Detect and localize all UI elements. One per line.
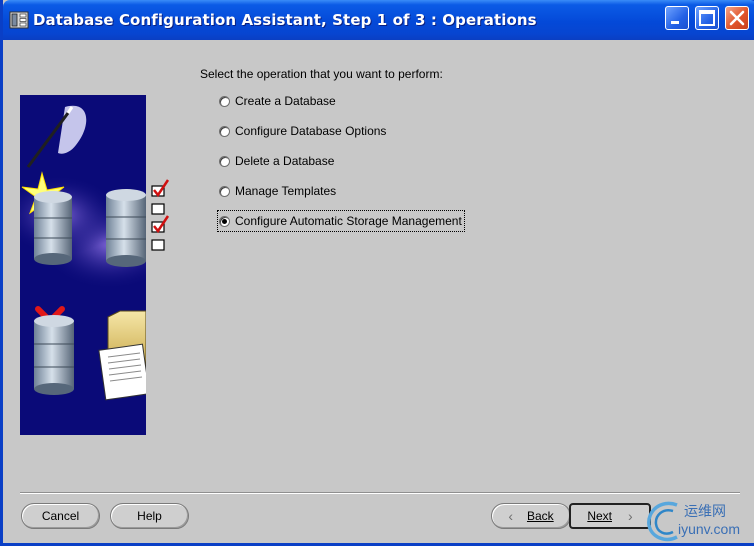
maximize-icon xyxy=(699,10,715,26)
close-button[interactable] xyxy=(725,6,749,30)
option-configure-asm[interactable]: Configure Automatic Storage Management xyxy=(217,210,465,232)
radio-button[interactable] xyxy=(219,125,230,137)
checklist-illustration xyxy=(146,178,170,268)
back-arrow-icon: ‹ xyxy=(508,508,513,524)
option-manage-templates[interactable]: Manage Templates xyxy=(219,182,336,200)
watermark-cn-text: 运维网 xyxy=(684,504,726,520)
help-label: Help xyxy=(137,509,162,523)
back-label: Back xyxy=(526,509,554,523)
cancel-label: Cancel xyxy=(41,509,80,523)
option-create-database[interactable]: Create a Database xyxy=(219,92,336,110)
help-button[interactable]: Help xyxy=(110,503,189,529)
next-button[interactable]: Next › xyxy=(569,503,651,529)
watermark: 运维网 iyunv.com xyxy=(643,497,751,543)
option-label: Manage Templates xyxy=(235,184,337,198)
dialog-window: Database Configuration Assistant, Step 1… xyxy=(0,0,754,546)
option-delete-database[interactable]: Delete a Database xyxy=(219,152,334,170)
maximize-button[interactable] xyxy=(695,6,719,30)
option-label: Delete a Database xyxy=(235,154,335,168)
radio-button[interactable] xyxy=(219,155,230,167)
window-title: Database Configuration Assistant, Step 1… xyxy=(33,11,537,29)
database-operations-illustration xyxy=(20,95,146,435)
button-separator xyxy=(20,492,740,494)
watermark-url-text: iyunv.com xyxy=(678,521,740,537)
radio-button[interactable] xyxy=(219,95,230,107)
dialog-client-area: Select the operation that you want to pe… xyxy=(6,40,754,543)
option-configure-database-options[interactable]: Configure Database Options xyxy=(219,122,386,140)
title-bar[interactable]: Database Configuration Assistant, Step 1… xyxy=(3,0,754,40)
minimize-icon xyxy=(671,21,679,24)
next-label: Next xyxy=(587,509,612,523)
radio-button[interactable] xyxy=(219,185,230,197)
radio-button-selected[interactable] xyxy=(219,215,230,227)
next-arrow-icon: › xyxy=(628,508,633,524)
option-label: Create a Database xyxy=(235,94,336,108)
option-label: Configure Database Options xyxy=(235,124,387,138)
option-label: Configure Automatic Storage Management xyxy=(235,214,462,228)
back-button[interactable]: ‹ Back xyxy=(491,503,571,529)
close-icon xyxy=(729,10,745,26)
app-icon xyxy=(9,11,29,29)
cancel-button[interactable]: Cancel xyxy=(21,503,100,529)
minimize-button[interactable] xyxy=(665,6,689,30)
operation-prompt: Select the operation that you want to pe… xyxy=(200,67,443,81)
watermark-logo-icon xyxy=(647,501,678,542)
